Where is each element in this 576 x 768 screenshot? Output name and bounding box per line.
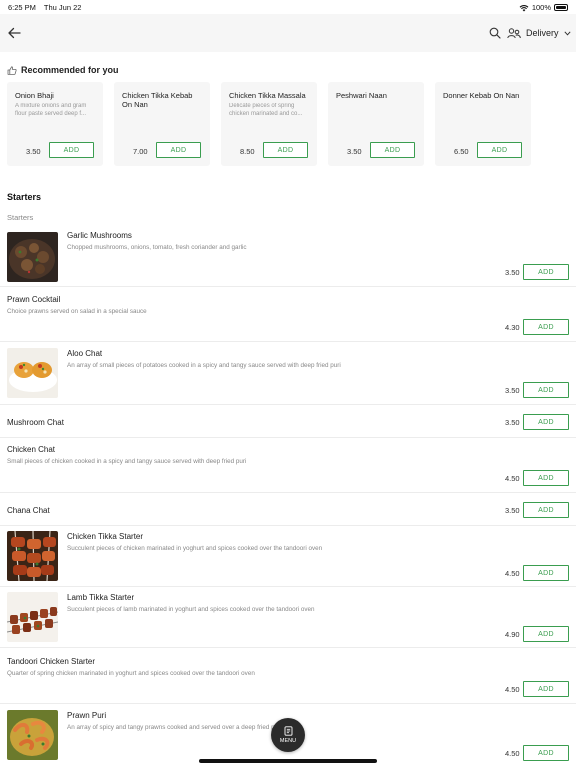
menu-fab-label: MENU [279,738,297,744]
recommended-card[interactable]: Peshwari Naan 3.50 ADD [328,82,424,166]
add-button[interactable]: ADD [370,142,415,158]
recommended-card[interactable]: Chicken Tikka Kebab On Nan 7.00 ADD [114,82,210,166]
add-button[interactable]: ADD [263,142,308,158]
menu-fab-button[interactable]: MENU [271,718,305,752]
item-price: 4.50 [505,749,520,758]
item-name: Prawn Puri [67,711,107,720]
item-description: Quarter of spring chicken marinated in y… [7,670,255,677]
recommended-carousel[interactable]: Onion Bhaji A mixture onions and gram fl… [7,82,531,166]
thumbs-up-icon [7,65,17,75]
item-description: Chopped mushrooms, onions, tomato, fresh… [67,244,247,251]
card-description [122,103,204,118]
card-name: Donner Kebab On Nan [443,91,520,100]
card-description [443,103,525,118]
recommended-card[interactable]: Chicken Tikka Massala Delicate pieces of… [221,82,317,166]
item-price: 4.50 [505,569,520,578]
card-price: 6.50 [454,147,469,156]
item-name: Aloo Chat [67,349,103,358]
item-description: Choice prawns served on salad in a speci… [7,308,147,315]
status-time: 6:25 PM [8,3,36,12]
menu-item[interactable]: Chicken Tikka Starter Succulent pieces o… [0,527,576,587]
menu-item[interactable]: Garlic Mushrooms Chopped mushrooms, onio… [0,225,576,287]
item-price: 4.50 [505,474,520,483]
delivery-person-icon [507,27,521,38]
delivery-label: Delivery [526,28,559,38]
item-name: Tandoori Chicken Starter [7,657,96,666]
menu-book-icon [284,726,292,736]
add-button[interactable]: ADD [523,681,569,697]
section-subtitle: Starters [7,213,34,222]
item-name: Chana Chat [7,506,50,515]
menu-item[interactable]: Tandoori Chicken Starter Quarter of spri… [0,649,576,704]
item-price: 3.50 [505,386,520,395]
card-description [336,103,418,118]
lamb-tikka-photo [7,592,58,642]
item-name: Chicken Tikka Starter [67,532,144,541]
item-description: An array of spicy and tangy prawns cooke… [67,724,282,731]
card-price: 7.00 [133,147,148,156]
item-name: Lamb Tikka Starter [67,593,135,602]
add-button[interactable]: ADD [523,565,569,581]
recommended-card[interactable]: Onion Bhaji A mixture onions and gram fl… [7,82,103,166]
add-button[interactable]: ADD [156,142,201,158]
battery-percent: 100% [531,3,551,12]
item-name: Chicken Chat [7,445,56,454]
item-name: Garlic Mushrooms [67,231,132,240]
section-title: Starters [7,192,42,202]
delivery-selector[interactable]: Delivery [507,25,571,41]
add-button[interactable]: ADD [523,626,569,642]
card-price: 3.50 [26,147,41,156]
add-button[interactable]: ADD [523,502,569,518]
add-button[interactable]: ADD [49,142,94,158]
item-price: 3.50 [505,418,520,427]
status-bar: 6:25 PM Thu Jun 22 100% [0,0,576,14]
item-name: Prawn Cocktail [7,295,61,304]
item-name: Mushroom Chat [7,418,64,427]
battery-icon [554,4,568,11]
recommended-header: Recommended for you [7,65,119,75]
card-price: 3.50 [347,147,362,156]
item-price: 4.90 [505,630,520,639]
card-name: Onion Bhaji [15,91,54,100]
chevron-down-icon [563,30,571,36]
add-button[interactable]: ADD [477,142,522,158]
garlic-mushrooms-photo [7,232,58,282]
card-description: Delicate pieces of spring chicken marina… [229,103,303,117]
card-name: Chicken Tikka Massala [229,91,306,100]
search-icon[interactable] [489,27,501,39]
menu-item[interactable]: Prawn Cocktail Choice prawns served on s… [0,288,576,342]
item-price: 3.50 [505,506,520,515]
add-button[interactable]: ADD [523,264,569,280]
menu-item[interactable]: Aloo Chat An array of small pieces of po… [0,343,576,405]
prawn-puri-photo [7,710,58,760]
card-name: Peshwari Naan [336,91,387,100]
back-arrow-icon[interactable] [7,26,21,40]
menu-item[interactable]: Mushroom Chat 3.50 ADD [0,406,576,438]
item-description: An array of small pieces of potatoes coo… [67,362,341,369]
menu-item[interactable]: Chicken Chat Small pieces of chicken coo… [0,439,576,493]
item-description: Succulent pieces of chicken marinated in… [67,545,323,552]
item-price: 4.30 [505,323,520,332]
add-button[interactable]: ADD [523,745,569,761]
menu-item[interactable]: Chana Chat 3.50 ADD [0,494,576,526]
item-description: Small pieces of chicken cooked in a spic… [7,458,247,465]
aloo-chat-photo [7,348,58,398]
card-price: 8.50 [240,147,255,156]
add-button[interactable]: ADD [523,382,569,398]
home-indicator[interactable] [199,759,377,763]
top-bar: Delivery [0,14,576,52]
add-button[interactable]: ADD [523,319,569,335]
card-description: A mixture onions and gram flour paste se… [15,103,87,117]
add-button[interactable]: ADD [523,470,569,486]
recommended-card[interactable]: Donner Kebab On Nan 6.50 ADD [435,82,531,166]
chicken-tikka-photo [7,531,58,581]
item-description: Succulent pieces of lamb marinated in yo… [67,606,315,613]
menu-item[interactable]: Lamb Tikka Starter Succulent pieces of l… [0,588,576,648]
item-price: 3.50 [505,268,520,277]
item-price: 4.50 [505,685,520,694]
add-button[interactable]: ADD [523,414,569,430]
status-date: Thu Jun 22 [43,3,82,12]
recommended-title: Recommended for you [21,65,119,75]
wifi-icon [519,4,529,11]
